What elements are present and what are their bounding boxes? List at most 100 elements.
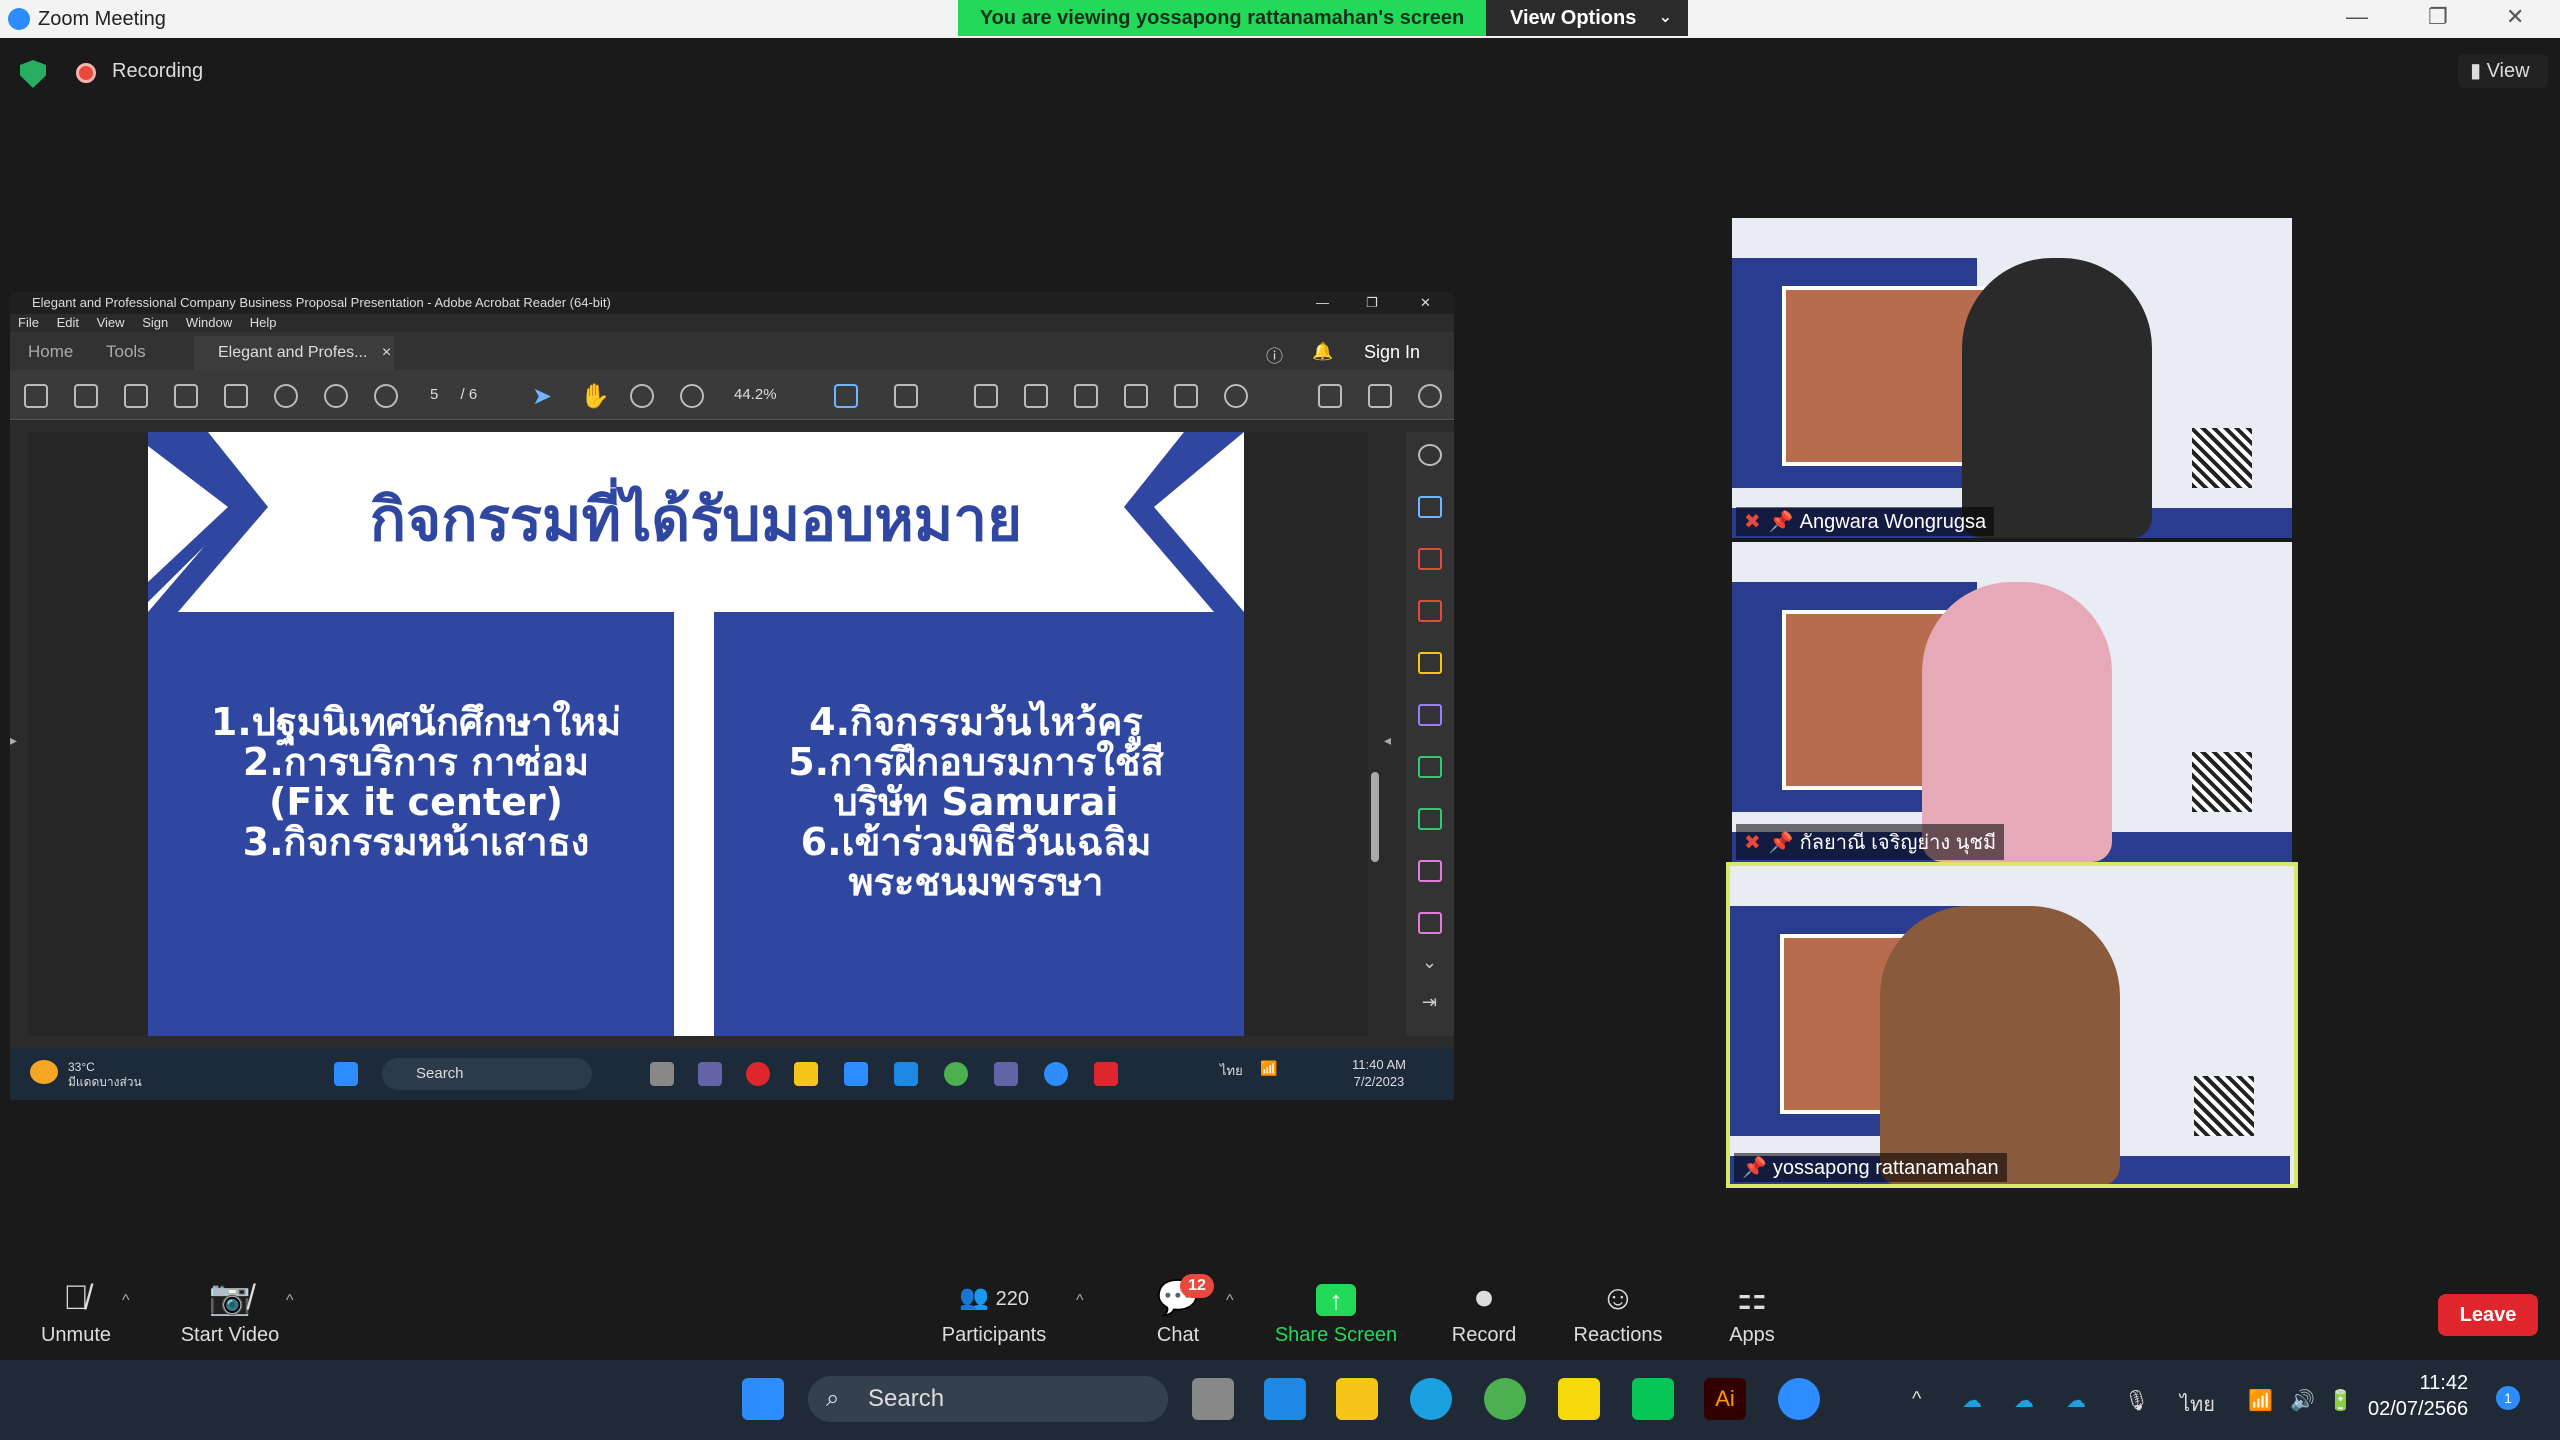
onedrive2-icon[interactable]: ☁ [2014, 1388, 2034, 1413]
apps-button[interactable]: ⚏ Apps [1682, 1276, 1822, 1347]
excel-export-icon[interactable] [1418, 756, 1442, 778]
wifi-icon[interactable]: 📶 [2248, 1388, 2273, 1413]
chat-caret-icon[interactable]: ^ [1226, 1292, 1234, 1310]
acrobat-minimize-icon[interactable]: — [1316, 292, 1329, 314]
acrobat-restore-icon[interactable]: ❐ [1366, 292, 1378, 314]
reactions-button[interactable]: ☺ Reactions [1548, 1276, 1688, 1347]
inner-zoom-icon[interactable] [1044, 1062, 1068, 1086]
view-button[interactable]: ▮ View [2458, 54, 2548, 88]
fit-page-icon[interactable] [834, 384, 858, 408]
rotate-icon[interactable] [1224, 384, 1248, 408]
onedrive-icon[interactable]: ☁ [1962, 1388, 1982, 1413]
l-app-icon[interactable] [1264, 1378, 1306, 1420]
line-icon[interactable] [1632, 1378, 1674, 1420]
participants-button[interactable]: 👥 220 Participants [924, 1276, 1064, 1347]
chevron-down-icon[interactable]: ⌄ [1422, 952, 1437, 973]
mail-icon[interactable] [1368, 384, 1392, 408]
taskbar-clock[interactable]: 11:42 02/07/2566 [2368, 1370, 2468, 1422]
page-down-icon[interactable] [374, 384, 398, 408]
scrollbar-thumb[interactable] [1371, 772, 1379, 862]
scroll-mode-icon[interactable] [894, 384, 918, 408]
tab-tools[interactable]: Tools [106, 342, 146, 362]
menu-view[interactable]: View [97, 315, 125, 330]
menu-window[interactable]: Window [186, 315, 232, 330]
inner-search-box[interactable]: Search [382, 1058, 592, 1090]
upload-icon[interactable] [124, 384, 148, 408]
taskbar-lang[interactable]: ไทย [2180, 1388, 2215, 1420]
zoom-in-icon[interactable] [680, 384, 704, 408]
page-indicator[interactable]: 5 / 6 [430, 386, 477, 403]
leave-button[interactable]: Leave [2438, 1294, 2538, 1336]
sticky-notes-icon[interactable] [1558, 1378, 1600, 1420]
export-pdf-icon[interactable] [1418, 600, 1442, 622]
search-zoom-icon[interactable] [1418, 444, 1442, 466]
fill-sign-icon[interactable] [1124, 384, 1148, 408]
inner-chrome-icon[interactable] [944, 1062, 968, 1086]
battery-icon[interactable]: 🔋 [2328, 1388, 2353, 1413]
menu-edit[interactable]: Edit [57, 315, 79, 330]
help-icon[interactable]: ⓘ [1266, 342, 1283, 367]
inner-teams-icon[interactable] [698, 1062, 722, 1086]
menu-help[interactable]: Help [250, 315, 277, 330]
inner-clock[interactable]: 11:40 AM 7/2/2023 [1352, 1056, 1406, 1090]
minimize-icon[interactable]: — [2346, 4, 2368, 30]
tab-home[interactable]: Home [28, 342, 73, 362]
taskview-icon[interactable] [1192, 1378, 1234, 1420]
onedrive3-icon[interactable]: ☁ [2066, 1388, 2086, 1413]
active-speaker-tile[interactable]: 📌 yossapong rattanamahan [1726, 862, 2298, 1188]
inner-start-icon[interactable] [334, 1062, 358, 1086]
share-screen-button[interactable]: ↑ Share Screen [1264, 1276, 1408, 1347]
audio-options-caret-icon[interactable]: ^ [122, 1292, 130, 1310]
more-tools-icon[interactable] [1418, 912, 1442, 934]
tray-chevron-icon[interactable]: ^ [1912, 1388, 1921, 1411]
participant-tile[interactable]: ✖ 📌 Angwara Wongrugsa [1732, 218, 2292, 538]
combine-files-icon[interactable] [1418, 704, 1442, 726]
taskbar-search[interactable]: ⌕ Search [808, 1376, 1168, 1422]
inner-taskview-icon[interactable] [650, 1062, 674, 1086]
view-options-button[interactable]: View Options ⌄ [1486, 0, 1688, 36]
volume-icon[interactable]: 🔊 [2290, 1388, 2315, 1413]
account-icon[interactable] [1418, 384, 1442, 408]
bell-icon[interactable]: 🔔 [1312, 342, 1333, 362]
inner-acrobat-icon[interactable] [1094, 1062, 1118, 1086]
chat-button[interactable]: 💬 Chat [1108, 1276, 1248, 1347]
chrome-icon[interactable] [1484, 1378, 1526, 1420]
page-up-icon[interactable] [324, 384, 348, 408]
comment-panel-icon[interactable] [1418, 652, 1442, 674]
page-current[interactable]: 5 [430, 386, 438, 403]
record-button[interactable]: ⏺ Record [1414, 1276, 1554, 1347]
create-pdf-icon[interactable] [1418, 496, 1442, 518]
mic-tray-icon[interactable]: 🎙 [2124, 1388, 2149, 1413]
inner-teams2-icon[interactable] [994, 1062, 1018, 1086]
inner-mail-icon[interactable] [844, 1062, 868, 1086]
left-panel-toggle-icon[interactable]: ▸ [10, 732, 17, 749]
participants-caret-icon[interactable]: ^ [1076, 1292, 1084, 1310]
unmute-button[interactable]: 🎙̸ Unmute [6, 1276, 146, 1347]
star-icon[interactable] [74, 384, 98, 408]
collapse-panel-icon[interactable]: ⇥ [1422, 992, 1437, 1013]
edge-icon[interactable] [1410, 1378, 1452, 1420]
start-icon[interactable] [742, 1378, 784, 1420]
comment-icon[interactable] [974, 384, 998, 408]
menu-file[interactable]: File [18, 315, 39, 330]
organize-pages-icon[interactable] [1418, 548, 1442, 570]
file-explorer-icon[interactable] [1336, 1378, 1378, 1420]
menu-sign[interactable]: Sign [142, 315, 168, 330]
link-icon[interactable] [1318, 384, 1342, 408]
inner-l-app-icon[interactable] [894, 1062, 918, 1086]
zoom-out-search-icon[interactable] [274, 384, 298, 408]
notification-badge[interactable]: 1 [2496, 1386, 2520, 1410]
scan-ocr-icon[interactable] [1418, 808, 1442, 830]
vertical-scrollbar[interactable] [1368, 432, 1382, 1036]
inner-opera-icon[interactable] [746, 1062, 770, 1086]
save-icon[interactable] [24, 384, 48, 408]
participant-tile[interactable]: ✖ 📌 กัลยาณี เจริญย่าง นุชมี [1732, 542, 2292, 862]
acrobat-close-icon[interactable]: ✕ [1420, 292, 1431, 314]
start-video-button[interactable]: 📷̸ Start Video [160, 1276, 300, 1347]
highlight-icon[interactable] [1024, 384, 1048, 408]
inner-wifi-icon[interactable]: 📶 [1260, 1060, 1277, 1077]
zoom-out-icon[interactable] [630, 384, 654, 408]
print-icon[interactable] [224, 384, 248, 408]
inner-lang[interactable]: ไทย [1220, 1060, 1243, 1081]
right-panel-toggle-icon[interactable]: ◂ [1384, 732, 1391, 749]
